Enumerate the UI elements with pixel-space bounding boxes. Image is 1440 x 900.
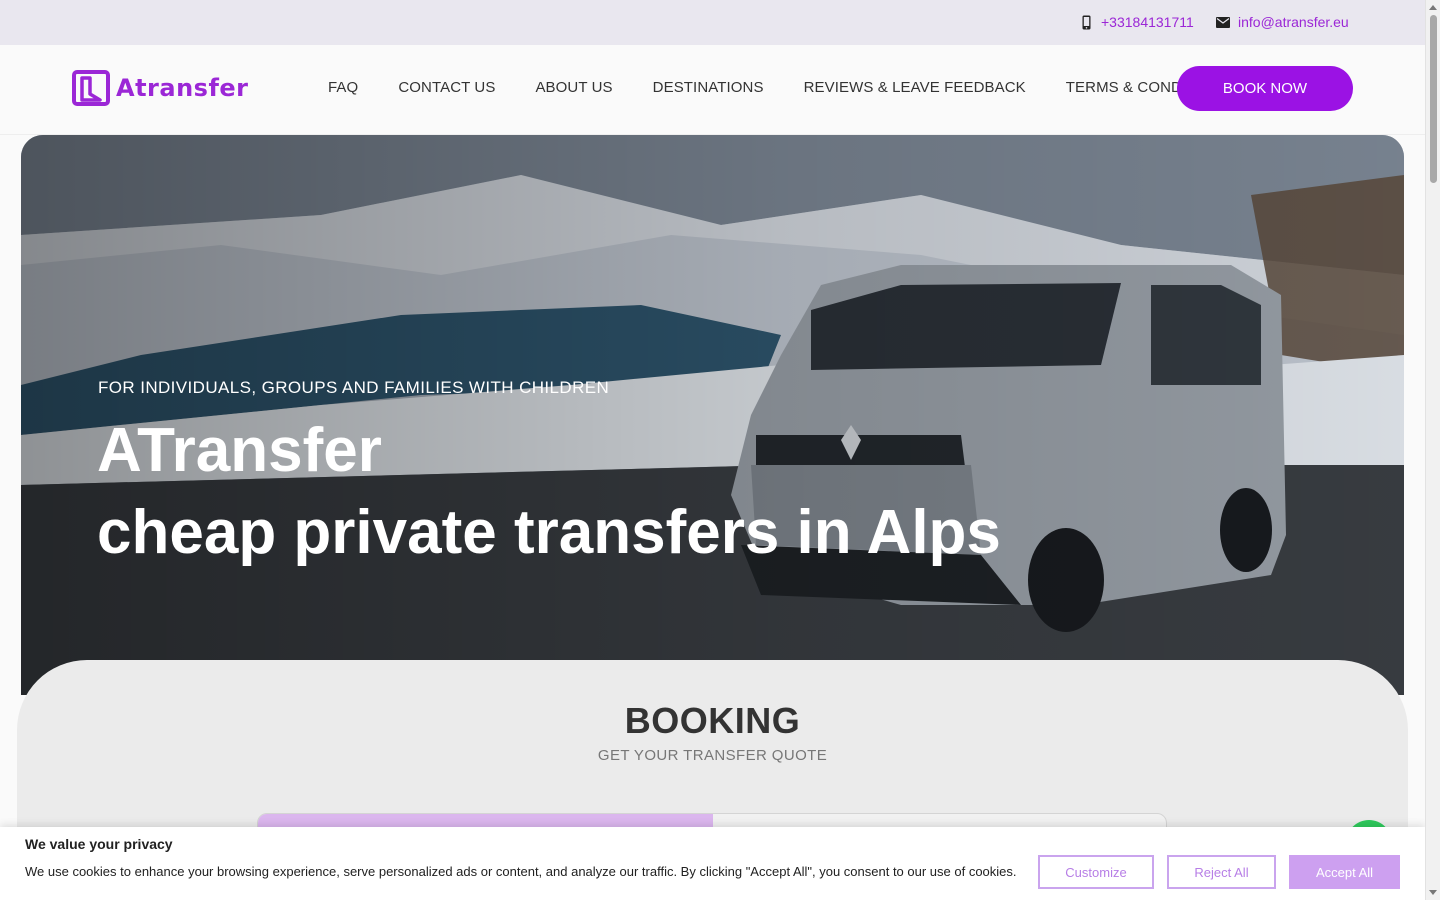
logo[interactable]: Atransfer	[72, 70, 249, 106]
booking-subtitle: GET YOUR TRANSFER QUOTE	[597, 747, 828, 764]
hero-title: ATransfer	[97, 416, 382, 485]
logo-text: Atransfer	[116, 74, 249, 102]
page-scrollbar[interactable]	[1425, 0, 1440, 900]
cookie-title: We value your privacy	[25, 836, 173, 852]
nav-item-reviews[interactable]: REVIEWS & LEAVE FEEDBACK	[804, 79, 1026, 96]
cookie-text: We use cookies to enhance your browsing …	[25, 864, 1017, 879]
book-now-button[interactable]: BOOK NOW	[1177, 66, 1353, 111]
envelope-icon	[1216, 16, 1230, 28]
cookie-consent-bar: We value your privacy We use cookies to …	[0, 827, 1425, 900]
cookie-reject-button[interactable]: Reject All	[1167, 855, 1276, 889]
logo-mark-icon	[72, 70, 110, 106]
scroll-up-arrow-icon[interactable]	[1429, 5, 1437, 10]
email-contact[interactable]: info@atransfer.eu	[1216, 14, 1349, 30]
scroll-down-arrow-icon[interactable]	[1429, 890, 1437, 895]
nav-item-contact-us[interactable]: CONTACT US	[398, 79, 495, 96]
nav-item-about-us[interactable]: ABOUT US	[535, 79, 612, 96]
top-contact-bar: +33184131711 info@atransfer.eu	[0, 0, 1425, 45]
phone-number[interactable]: +33184131711	[1101, 14, 1194, 30]
nav-item-destinations[interactable]: DESTINATIONS	[653, 79, 764, 96]
email-address[interactable]: info@atransfer.eu	[1238, 14, 1349, 30]
cookie-accept-button[interactable]: Accept All	[1289, 855, 1400, 889]
mobile-phone-icon	[1082, 15, 1091, 29]
hero-tagline: FOR INDIVIDUALS, GROUPS AND FAMILIES WIT…	[98, 378, 610, 397]
booking-title: BOOKING	[624, 700, 801, 741]
hero-banner: FOR INDIVIDUALS, GROUPS AND FAMILIES WIT…	[21, 135, 1404, 695]
cookie-customize-button[interactable]: Customize	[1038, 855, 1154, 889]
phone-contact[interactable]: +33184131711	[1080, 14, 1194, 30]
nav-item-faq[interactable]: FAQ	[328, 79, 358, 96]
hero-subtitle: cheap private transfers in Alps	[97, 498, 1001, 567]
scrollbar-thumb[interactable]	[1430, 15, 1437, 183]
site-header: Atransfer FAQ CONTACT US ABOUT US DESTIN…	[0, 45, 1425, 135]
main-nav: FAQ CONTACT US ABOUT US DESTINATIONS REV…	[328, 79, 1233, 96]
